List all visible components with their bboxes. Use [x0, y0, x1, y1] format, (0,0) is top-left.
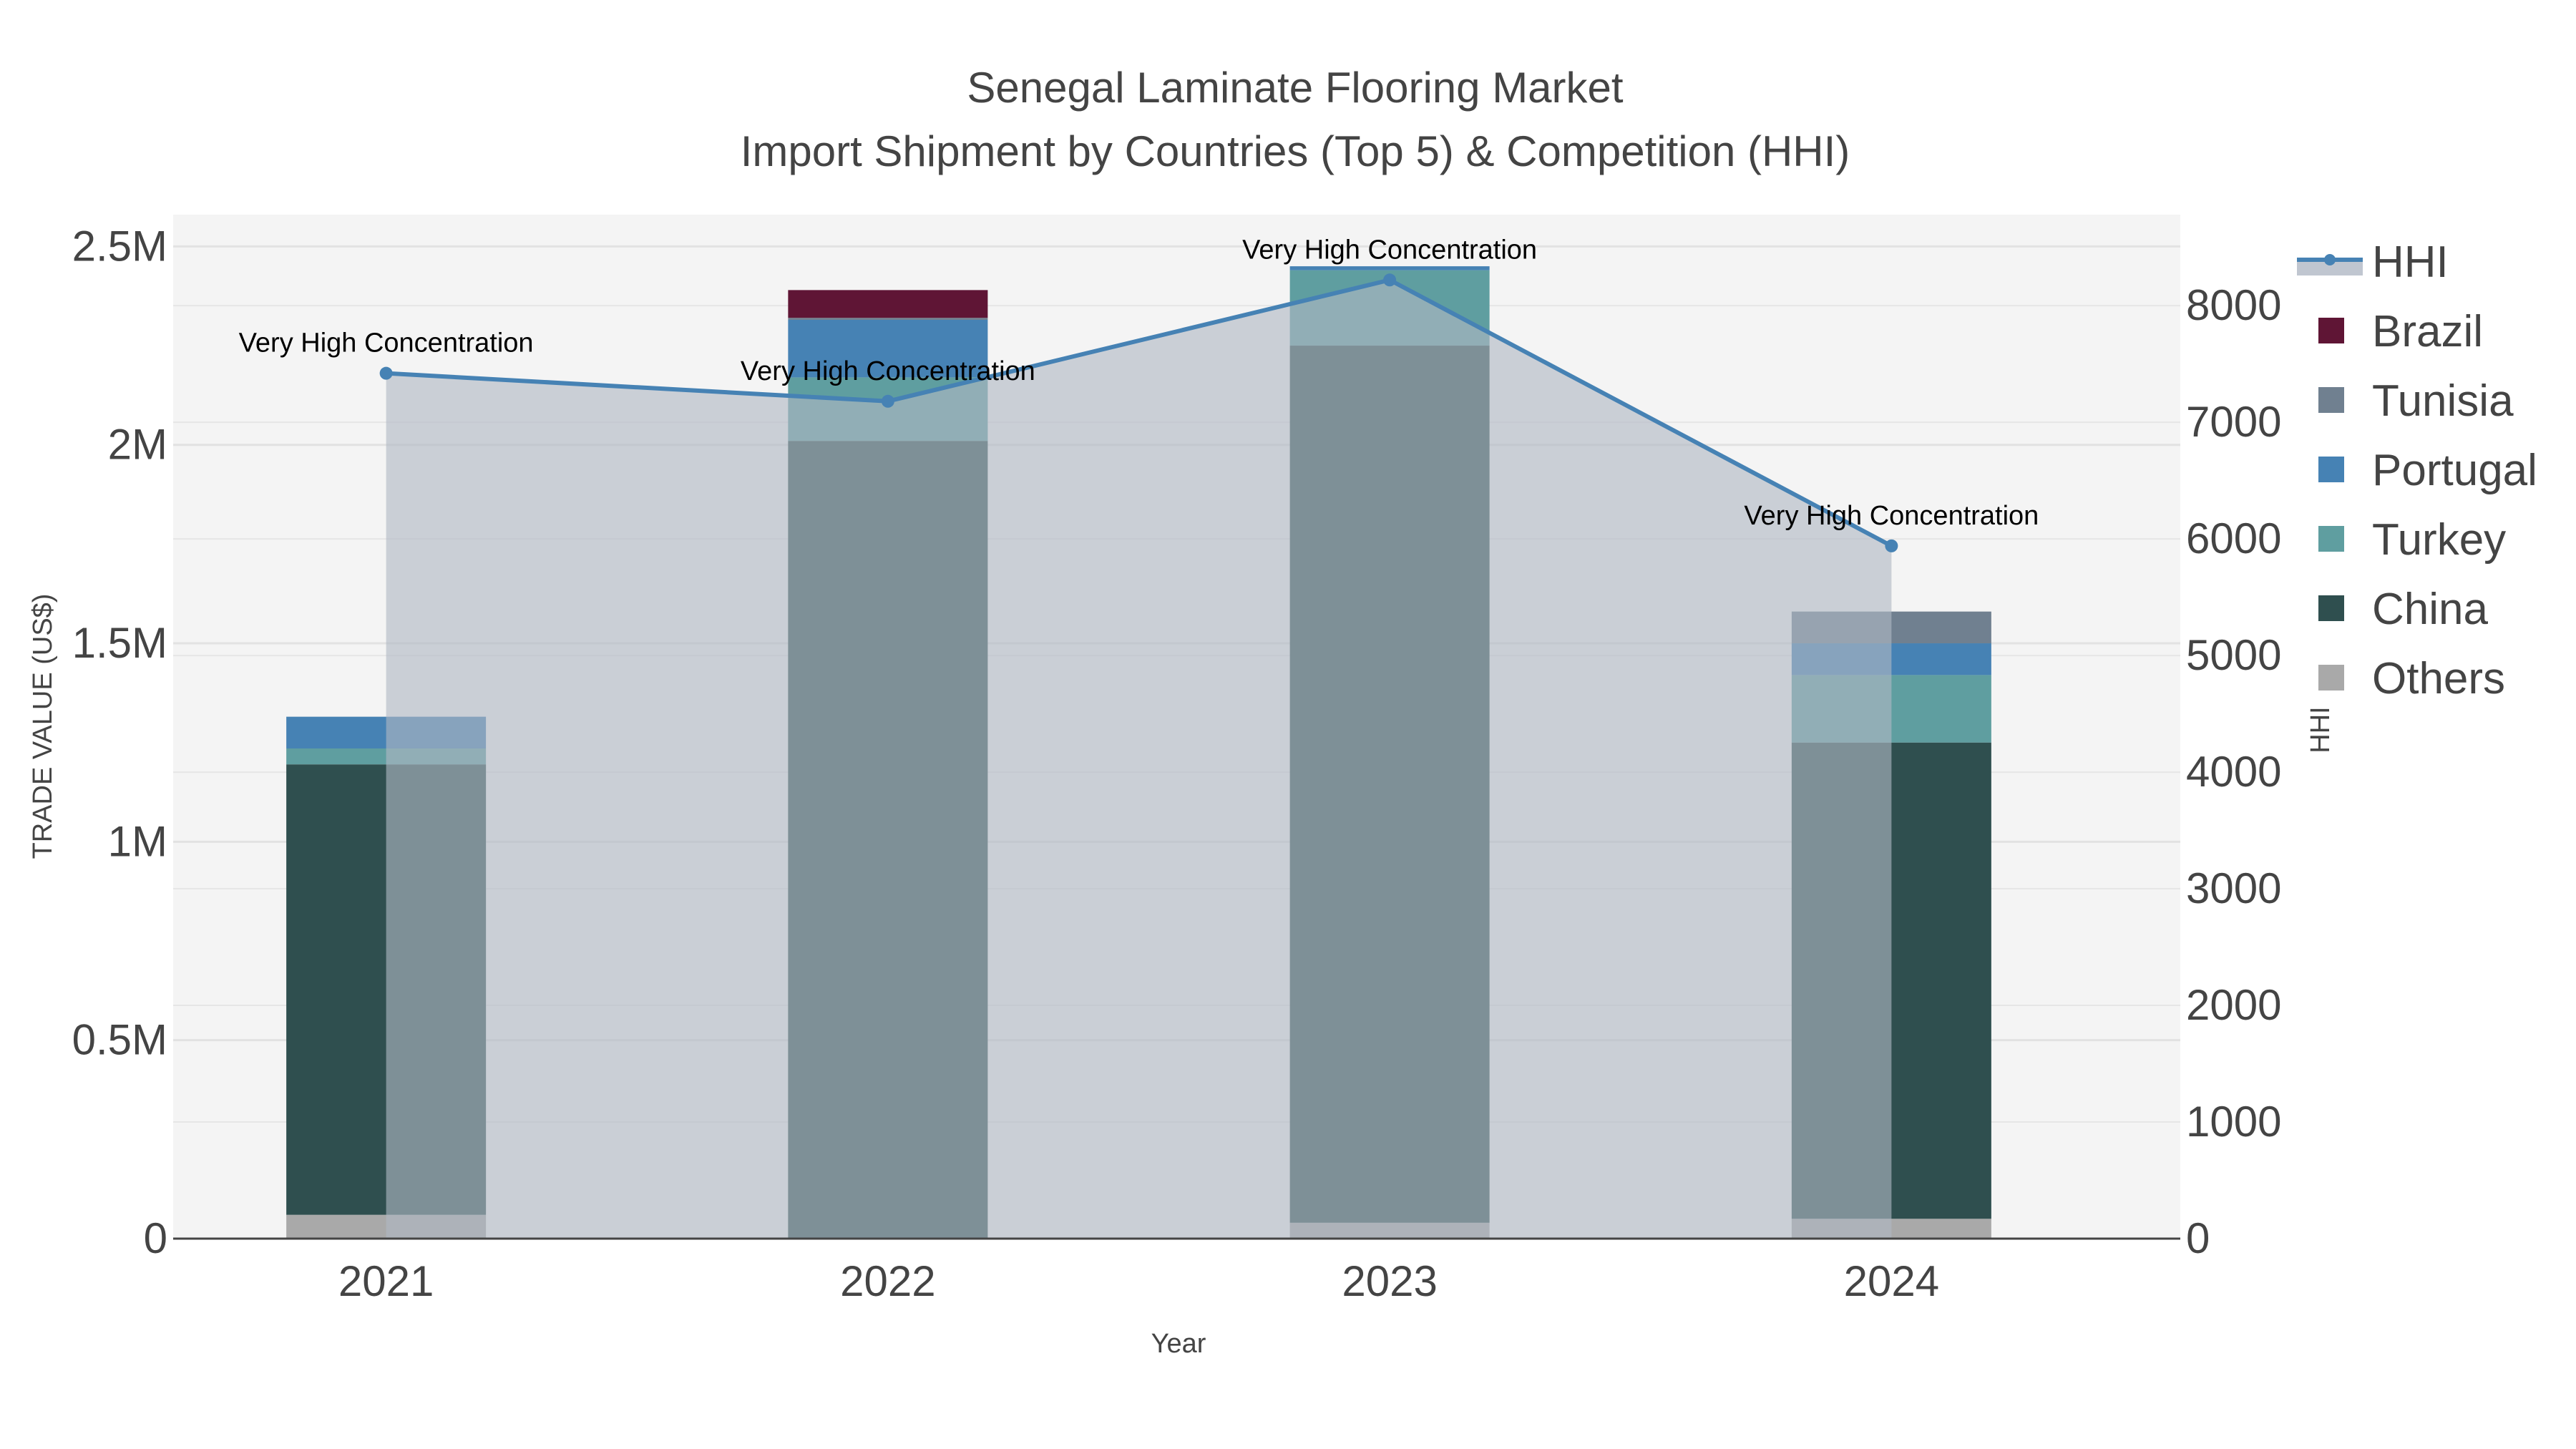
x-axis-title: Year: [1151, 1329, 1206, 1359]
hhi-point: [1383, 273, 1397, 287]
hhi-point: [1885, 539, 1898, 552]
y2-tick-label: 0: [2186, 1214, 2210, 1262]
legend-label: Brazil: [2372, 307, 2483, 356]
y-tick-label: 0: [144, 1214, 167, 1262]
y2-tick-label: 3000: [2186, 864, 2281, 912]
hhi-annotation: Very High Concentration: [1242, 235, 1537, 265]
chart-subtitle: Import Shipment by Countries (Top 5) & C…: [741, 127, 1850, 175]
y2-tick-label: 4000: [2186, 748, 2281, 796]
legend-swatch-brazil: [2318, 318, 2344, 343]
y-tick-label: 0.5M: [72, 1016, 167, 1064]
x-tick-label: 2024: [1844, 1257, 1939, 1305]
y2-tick-label: 5000: [2186, 631, 2281, 679]
y-tick-label: 2.5M: [72, 222, 167, 270]
hhi-annotation: Very High Concentration: [1744, 501, 2039, 531]
legend-label: HHI: [2372, 238, 2449, 287]
y2-tick-label: 1000: [2186, 1098, 2281, 1146]
legend-hhi-marker: [2324, 254, 2336, 265]
legend: HHI Brazil Tunisia Portugal Turkey China Other…: [2297, 238, 2537, 703]
legend-swatch-others: [2318, 665, 2344, 691]
y-tick-label: 1.5M: [72, 619, 167, 667]
y-axis-title: TRADE VALUE (US$): [28, 594, 58, 859]
legend-label: Tunisia: [2372, 376, 2514, 426]
chart-title: Senegal Laminate Flooring Market: [967, 64, 1623, 112]
hhi-point: [881, 394, 894, 408]
y2-tick-label: 7000: [2186, 398, 2281, 446]
y-tick-label: 2M: [108, 421, 167, 469]
legend-label: Others: [2372, 654, 2505, 703]
chart: Very High Concentration Very High Concent…: [28, 64, 2537, 1359]
y2-tick-label: 6000: [2186, 514, 2281, 562]
y2-axis-title: HHI: [2306, 706, 2336, 753]
hhi-point: [379, 366, 393, 380]
legend-swatch-china: [2318, 595, 2344, 621]
y-tick-label: 1M: [108, 817, 167, 865]
x-tick-label: 2023: [1342, 1257, 1437, 1305]
hhi-annotation: Very High Concentration: [239, 328, 534, 358]
bar-tunisia: [788, 318, 988, 320]
legend-swatch-turkey: [2318, 526, 2344, 552]
x-tick-label: 2022: [840, 1257, 935, 1305]
bar-portugal: [1289, 266, 1490, 270]
y2-tick-label: 2000: [2186, 981, 2281, 1029]
x-tick-label: 2021: [338, 1257, 434, 1305]
legend-label: Portugal: [2372, 446, 2537, 495]
bar-brazil: [788, 290, 988, 318]
hhi-annotation: Very High Concentration: [741, 356, 1035, 386]
legend-swatch-portugal: [2318, 457, 2344, 482]
y2-tick-label: 8000: [2186, 281, 2281, 329]
legend-label: China: [2372, 585, 2489, 634]
legend-label: Turkey: [2372, 515, 2506, 565]
legend-swatch-tunisia: [2318, 387, 2344, 413]
